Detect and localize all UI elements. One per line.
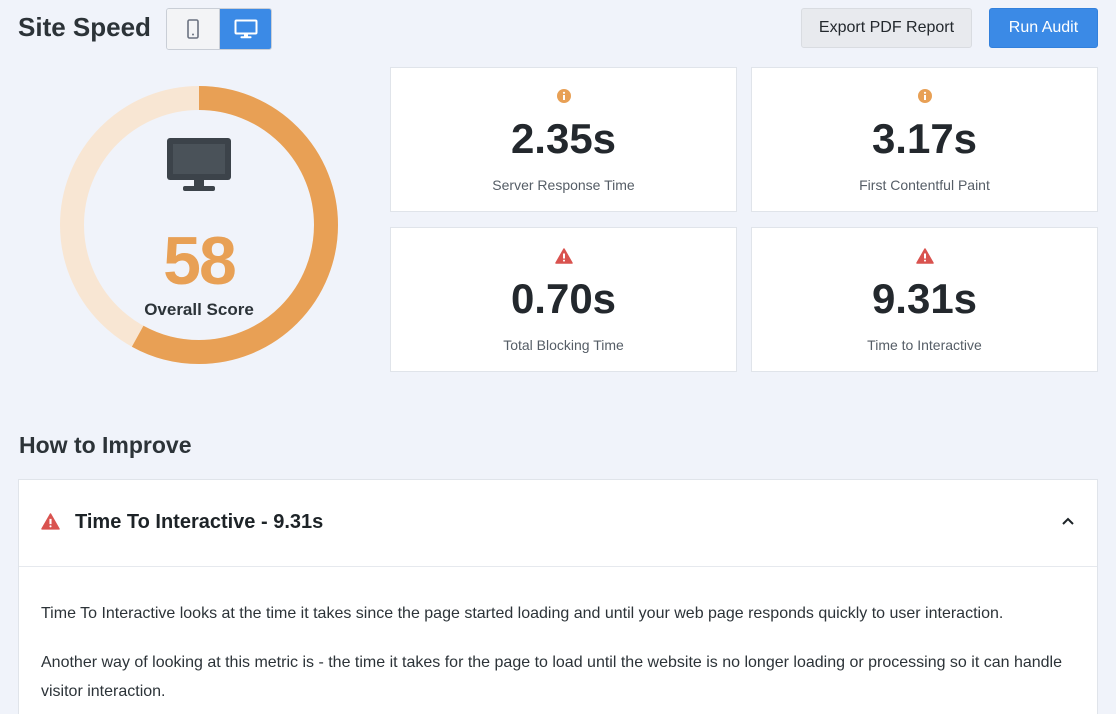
export-pdf-report-button[interactable]: Export PDF Report [801, 8, 972, 48]
accordion-header[interactable]: Time To Interactive - 9.31s [19, 480, 1097, 567]
section-title-how-to-improve: How to Improve [19, 432, 192, 458]
metric-value: 0.70s [510, 275, 617, 322]
mobile-view-button[interactable] [167, 9, 219, 49]
metric-value: 9.31s [871, 275, 978, 322]
chevron-up-icon[interactable] [1061, 516, 1075, 526]
metric-value: 2.35s [510, 115, 617, 162]
metric-label: First Contentful Paint [859, 177, 990, 193]
device-toggle [166, 8, 272, 50]
alert-triangle-icon [915, 248, 934, 264]
accordion-paragraph: Time To Interactive looks at the time it… [41, 605, 1004, 622]
alert-triangle-icon [554, 248, 573, 264]
desktop-view-button[interactable] [219, 9, 271, 49]
info-icon [917, 89, 932, 103]
desktop-icon [234, 19, 257, 39]
metric-card-total-blocking-time: 0.70s Total Blocking Time [390, 227, 737, 372]
mobile-icon [187, 19, 199, 39]
improvement-accordion: Time To Interactive - 9.31s Time To Inte… [18, 479, 1098, 714]
metric-label: Server Response Time [492, 177, 635, 193]
metric-label: Total Blocking Time [503, 337, 624, 353]
accordion-title: Time To Interactive - 9.31s [75, 511, 324, 533]
info-icon [556, 89, 571, 103]
metric-card-first-contentful-paint: 3.17s First Contentful Paint [751, 67, 1098, 212]
page-title: Site Speed [18, 12, 151, 42]
accordion-paragraph: Another way of looking at this metric is… [41, 654, 1063, 700]
run-audit-button[interactable]: Run Audit [989, 8, 1098, 48]
overall-score-value: 58 [163, 223, 237, 299]
desktop-monitor-icon [167, 138, 231, 191]
metric-label: Time to Interactive [867, 337, 982, 353]
metric-card-server-response-time: 2.35s Server Response Time [390, 67, 737, 212]
metric-value: 3.17s [871, 115, 978, 162]
overall-score-gauge: 58 Overall Score [60, 86, 338, 364]
metric-card-time-to-interactive: 9.31s Time to Interactive [751, 227, 1098, 372]
overall-score-label: Overall Score [144, 300, 254, 319]
alert-triangle-icon [41, 513, 60, 530]
